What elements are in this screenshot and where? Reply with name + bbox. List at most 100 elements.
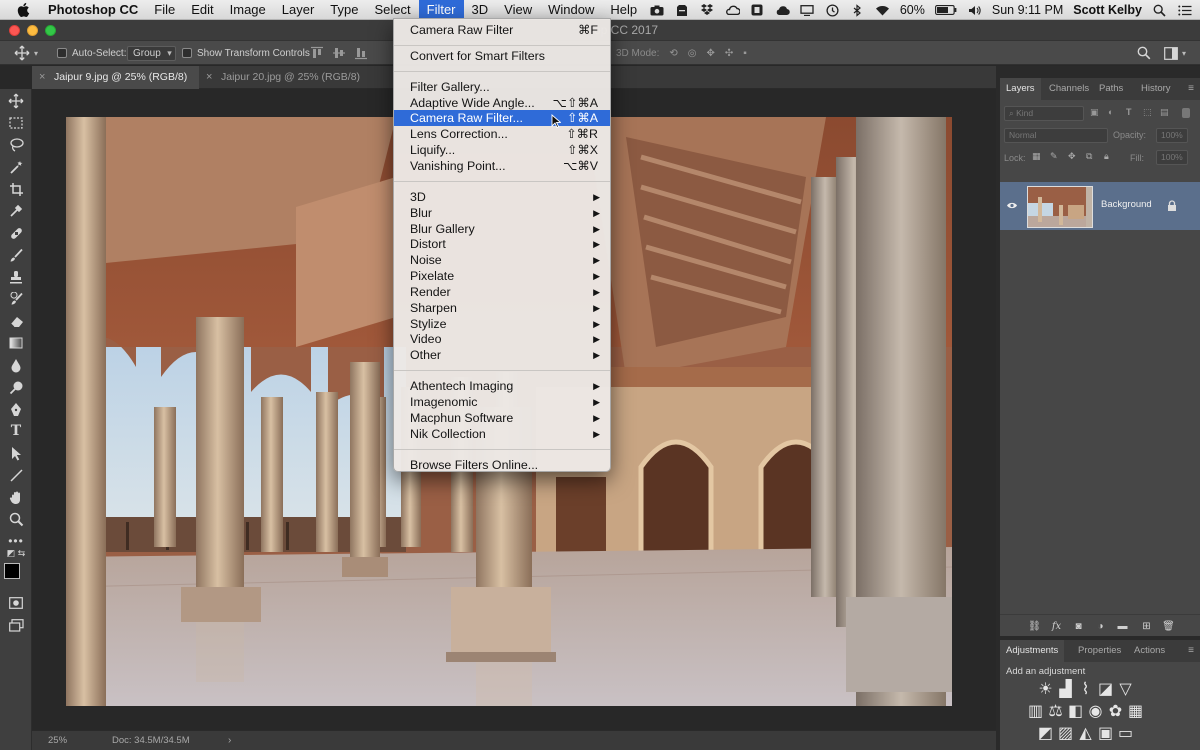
filter-menu-item-nik-collection[interactable]: Nik Collection ▶ xyxy=(394,426,610,442)
panel-menu-icon[interactable]: ≡ xyxy=(1188,83,1194,94)
app-status-icon[interactable] xyxy=(750,3,765,17)
filter-menu-item-pixelate[interactable]: Pixelate ▶ xyxy=(394,268,610,284)
filter-menu-item-liquify[interactable]: Liquify... ⇧⌘X xyxy=(394,142,610,158)
filter-menu-item-stylize[interactable]: Stylize ▶ xyxy=(394,316,610,332)
clone-stamp-tool-icon[interactable] xyxy=(6,268,26,286)
lock-icon[interactable] xyxy=(1167,200,1177,212)
move-tool-preset[interactable]: ▾ xyxy=(14,45,38,61)
menu-3d[interactable]: 3D xyxy=(464,0,497,20)
filter-smart-icon[interactable]: ▤ xyxy=(1160,107,1169,118)
menu-filter[interactable]: Filter xyxy=(418,0,464,20)
battery-icon[interactable] xyxy=(934,3,957,17)
zoom-level[interactable]: 25% xyxy=(48,735,67,746)
evernote-icon[interactable] xyxy=(675,3,690,17)
layer-row-background[interactable]: Background xyxy=(1000,182,1200,230)
creative-cloud-icon[interactable] xyxy=(775,3,790,17)
menu-app-name[interactable]: Photoshop CC xyxy=(44,0,146,20)
filter-menu-item-convert-for-smart-filters[interactable]: Convert for Smart Filters xyxy=(394,48,610,64)
selective-color-icon[interactable]: ▣ xyxy=(1098,725,1113,742)
menu-user[interactable]: Scott Kelby xyxy=(1073,3,1142,17)
cloud-icon[interactable] xyxy=(725,3,740,17)
filter-menu-item-render[interactable]: Render ▶ xyxy=(394,284,610,300)
eraser-tool-icon[interactable] xyxy=(6,312,26,330)
close-tab-icon[interactable]: × xyxy=(39,66,45,89)
layer-filter-kind[interactable]: ⌕ Kind xyxy=(1004,106,1084,121)
menu-edit[interactable]: Edit xyxy=(183,0,221,20)
tab-actions[interactable]: Actions xyxy=(1128,640,1171,662)
menu-file[interactable]: File xyxy=(146,0,183,20)
fill-field[interactable]: 100% xyxy=(1156,150,1188,165)
new-adjustment-layer-icon[interactable]: ◑ xyxy=(1094,620,1107,632)
time-machine-icon[interactable] xyxy=(825,3,840,17)
eye-icon[interactable] xyxy=(1006,201,1018,210)
close-window-button[interactable] xyxy=(9,25,20,36)
filter-menu-item-sharpen[interactable]: Sharpen ▶ xyxy=(394,300,610,316)
delete-layer-icon[interactable]: 🗑︎ xyxy=(1162,620,1175,632)
wifi-icon[interactable] xyxy=(875,3,890,17)
filter-shape-icon[interactable]: ⬚ xyxy=(1143,107,1152,118)
volume-icon[interactable] xyxy=(967,3,982,17)
tab-history[interactable]: History xyxy=(1135,78,1177,100)
crop-tool-icon[interactable] xyxy=(6,180,26,198)
tab-paths[interactable]: Paths xyxy=(1093,78,1129,100)
filter-menu-item-macphun-software[interactable]: Macphun Software ▶ xyxy=(394,410,610,426)
filter-menu-item-browse-filters-online[interactable]: Browse Filters Online... xyxy=(394,457,610,473)
apple-icon[interactable] xyxy=(16,2,30,18)
chevron-down-icon[interactable]: ▾ xyxy=(1182,49,1186,58)
filter-menu-item-noise[interactable]: Noise ▶ xyxy=(394,252,610,268)
show-transform-checkbox[interactable] xyxy=(182,48,192,58)
history-brush-tool-icon[interactable] xyxy=(6,290,26,308)
zoom-tool-icon[interactable] xyxy=(6,510,26,528)
filter-menu-item-camera-raw-filter[interactable]: Camera Raw Filter ⌘F xyxy=(394,22,610,38)
filter-menu-item-adaptive-wide-angle[interactable]: Adaptive Wide Angle... ⌥⇧⌘A xyxy=(394,95,610,111)
align-top-icon[interactable] xyxy=(310,46,324,60)
lock-pixels-icon[interactable]: ✎ xyxy=(1050,151,1058,162)
menu-select[interactable]: Select xyxy=(366,0,418,20)
tab-adjustments[interactable]: Adjustments xyxy=(1000,640,1065,662)
curves-icon[interactable]: ⌇ xyxy=(1078,681,1093,698)
quick-mask-icon[interactable] xyxy=(6,594,26,612)
zoom-window-button[interactable] xyxy=(45,25,56,36)
notification-center-icon[interactable] xyxy=(1177,3,1192,17)
lock-transparent-icon[interactable]: ▦ xyxy=(1032,151,1041,162)
foreground-color-swatch[interactable] xyxy=(4,563,20,579)
filter-menu-item-blur[interactable]: Blur ▶ xyxy=(394,205,610,221)
eyedropper-tool-icon[interactable] xyxy=(6,202,26,220)
auto-select-checkbox[interactable] xyxy=(57,48,67,58)
minimize-window-button[interactable] xyxy=(27,25,38,36)
filter-toggle-icon[interactable] xyxy=(1182,108,1190,118)
3d-pan-icon[interactable]: ✥ xyxy=(706,48,714,59)
opacity-field[interactable]: 100% xyxy=(1156,128,1188,143)
layer-style-icon[interactable]: fx xyxy=(1050,620,1063,632)
quick-selection-tool-icon[interactable] xyxy=(6,158,26,176)
tab-layers[interactable]: Layers xyxy=(1000,78,1041,100)
healing-brush-tool-icon[interactable] xyxy=(6,224,26,242)
workspace-icon[interactable] xyxy=(1164,46,1178,60)
bluetooth-icon[interactable] xyxy=(850,3,865,17)
filter-menu-item-blur-gallery[interactable]: Blur Gallery ▶ xyxy=(394,221,610,237)
panel-menu-icon[interactable]: ≡ xyxy=(1188,645,1194,656)
add-mask-icon[interactable]: ◙ xyxy=(1072,620,1085,632)
menu-window[interactable]: Window xyxy=(540,0,602,20)
camera-icon[interactable] xyxy=(650,3,665,17)
lock-artboard-icon[interactable]: ⧉ xyxy=(1086,151,1092,162)
screen-mode-icon[interactable] xyxy=(6,616,26,634)
filter-menu-item-video[interactable]: Video ▶ xyxy=(394,331,610,347)
tab-jaipur-20[interactable]: × Jaipur 20.jpg @ 25% (RGB/8) xyxy=(199,66,374,89)
color-balance-icon[interactable]: ⚖︎ xyxy=(1048,703,1063,720)
default-colors-icon[interactable]: ◩ ⇆ xyxy=(3,547,29,559)
menu-type[interactable]: Type xyxy=(322,0,366,20)
display-icon[interactable] xyxy=(800,3,815,17)
filter-menu-item-imagenomic[interactable]: Imagenomic ▶ xyxy=(394,394,610,410)
filter-menu-item-3d[interactable]: 3D ▶ xyxy=(394,189,610,205)
exposure-icon[interactable]: ◪ xyxy=(1098,681,1113,698)
invert-icon[interactable]: ◩ xyxy=(1038,725,1053,742)
filter-menu-item-vanishing-point[interactable]: Vanishing Point... ⌥⌘V xyxy=(394,158,610,174)
threshold-icon[interactable]: ◭ xyxy=(1078,725,1093,742)
type-tool-icon[interactable]: T xyxy=(6,422,26,440)
filter-pixel-icon[interactable]: ▣ xyxy=(1090,107,1099,118)
align-middle-icon[interactable] xyxy=(332,46,346,60)
lock-all-icon[interactable]: 🔒︎ xyxy=(1104,151,1109,162)
dodge-tool-icon[interactable] xyxy=(6,378,26,396)
color-lookup-icon[interactable]: ▦ xyxy=(1128,703,1143,720)
